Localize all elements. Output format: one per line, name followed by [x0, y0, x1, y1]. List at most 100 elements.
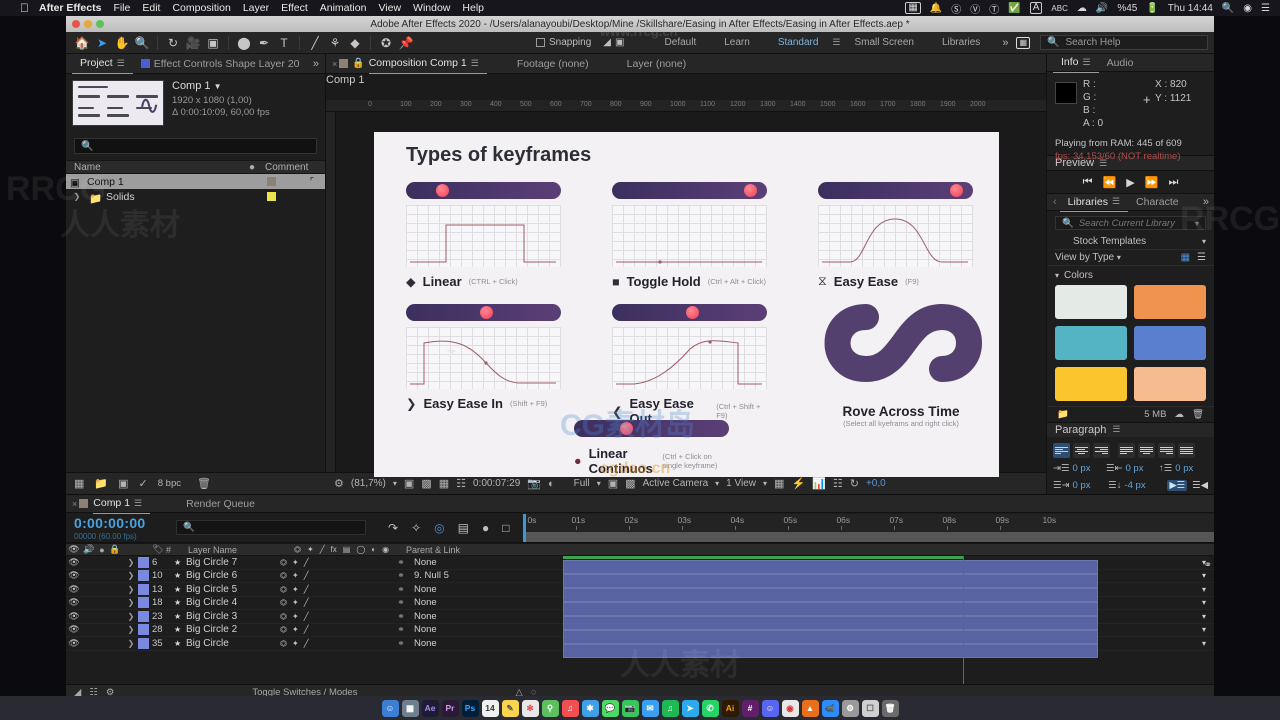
panel-menu-icon[interactable]: ☰ — [134, 498, 142, 509]
color-swatch[interactable] — [1134, 367, 1206, 402]
dock-item-zoom[interactable]: 📹 — [821, 699, 839, 717]
new-folder-icon[interactable]: 📁 — [1057, 409, 1069, 420]
list-view-icon[interactable]: ☰ — [1197, 252, 1206, 263]
screen-share-icon[interactable]: ▦ — [905, 2, 921, 14]
align-right-icon[interactable] — [1093, 442, 1110, 458]
pen-tool-icon[interactable]: ✒ — [254, 33, 274, 53]
hand-tool-icon[interactable]: ✋ — [112, 33, 132, 53]
snapshot-camera-icon[interactable]: 📷 — [527, 477, 541, 490]
camera-select[interactable]: Active Camera — [643, 478, 709, 489]
tab-info[interactable]: Info ☰ — [1053, 53, 1099, 73]
panel-menu-icon[interactable]: ☰ — [1083, 57, 1091, 68]
last-frame-icon[interactable]: ⏭ — [1168, 176, 1178, 189]
trash-icon[interactable]: 🗑 — [1192, 409, 1204, 420]
parent-value[interactable]: 9. Null 5 — [414, 570, 449, 581]
apple-logo-icon[interactable]:  — [20, 1, 29, 15]
proportional-grid-icon[interactable]: ☷ — [456, 477, 466, 490]
eraser-tool-icon[interactable]: ◆ — [345, 33, 365, 53]
type-tool-icon[interactable]: T — [274, 33, 294, 53]
chevron-down-icon[interactable]: ▾ — [1202, 585, 1206, 594]
workspace-overflow-icon[interactable]: » — [1002, 37, 1008, 49]
collapse-icon[interactable]: ⏣ — [280, 612, 287, 621]
rotation-tool-icon[interactable]: ↻ — [163, 33, 183, 53]
quality-icon[interactable]: ✦ — [292, 639, 299, 648]
region-icon[interactable]: ▩ — [625, 477, 635, 490]
parent-pickwhip-icon[interactable]: ⚭ — [388, 638, 414, 649]
workspace-default[interactable]: Default — [651, 37, 711, 48]
timeline-icon[interactable]: 📊 — [812, 477, 826, 490]
snapping-toggle[interactable]: Snapping ◢ ▣ — [536, 37, 624, 48]
composition-mini-flowchart-icon[interactable]: ↷ — [388, 521, 398, 535]
dock-item-whatsapp[interactable]: ✆ — [701, 699, 719, 717]
panel-menu-icon[interactable]: ☰ — [1112, 196, 1120, 207]
color-swatch[interactable] — [1134, 326, 1206, 361]
layer-color-swatch[interactable] — [138, 624, 149, 636]
dnd-icon[interactable]: Ⓢ — [951, 1, 961, 16]
chevron-right-icon[interactable]: ❯ — [124, 571, 138, 580]
transparency-grid-icon[interactable]: ▦ — [439, 477, 449, 490]
lock-icon[interactable]: 🔒 — [352, 58, 364, 69]
layer-name[interactable]: Big Circle 3 — [186, 611, 278, 622]
motion-blur-icon[interactable]: ◎ — [434, 521, 444, 535]
project-search-input[interactable]: 🔍 — [74, 138, 317, 154]
visibility-toggle[interactable]: 👁 — [66, 597, 82, 608]
volume-icon[interactable]: 🔊 — [1096, 3, 1108, 14]
dock-item-ps[interactable]: Ps — [461, 699, 479, 717]
tab-character[interactable]: Charactе — [1128, 192, 1187, 212]
effects-icon[interactable]: ╱ — [304, 598, 309, 607]
chevron-right-icon[interactable]: ❯ — [70, 192, 84, 201]
dock-item-settings[interactable]: ⚙ — [841, 699, 859, 717]
work-area-bar[interactable] — [523, 531, 1214, 542]
layer-duration-bar[interactable] — [563, 560, 1098, 574]
puppet-pin-tool-icon[interactable]: 📌 — [396, 33, 416, 53]
indent-first-line-field[interactable]: ☰⇥ 0 px — [1053, 480, 1104, 491]
dock-item-document[interactable]: ☐ — [861, 699, 879, 717]
chevron-down-icon[interactable]: ▾ — [1202, 571, 1206, 580]
library-selector[interactable]: Stock Templates ▾ — [1055, 235, 1206, 250]
tab-composition[interactable]: Composition Comp 1 ☰ — [368, 54, 487, 74]
view-by-control[interactable]: View by Type ▾ ▦ ☰ — [1047, 250, 1214, 267]
align-center-icon[interactable] — [1073, 442, 1090, 458]
dock-item-maps[interactable]: ⚲ — [541, 699, 559, 717]
visibility-toggle[interactable]: 👁 — [66, 557, 82, 568]
justify-last-left-icon[interactable] — [1118, 442, 1135, 458]
clone-stamp-tool-icon[interactable]: ⚘ — [325, 33, 345, 53]
menu-layer[interactable]: Layer — [243, 2, 269, 14]
effects-icon[interactable]: ╱ — [304, 639, 309, 648]
time-indicator[interactable] — [523, 513, 527, 542]
visibility-toggle[interactable]: 👁 — [66, 638, 82, 649]
quality-icon[interactable]: ✦ — [292, 598, 299, 607]
timeline-ruler[interactable]: 0s 01s 02s 03s 04s 05s 06s 07s 08s 09s 1… — [523, 513, 1214, 542]
parent-pickwhip-icon[interactable]: ⚭ — [388, 624, 414, 635]
effects-icon[interactable]: ╱ — [304, 625, 309, 634]
effects-icon[interactable]: ╱ — [304, 612, 309, 621]
comp-subtab-label[interactable]: Comp 1 — [326, 74, 1046, 86]
chevron-right-icon[interactable]: ❯ — [124, 585, 138, 594]
visibility-toggle[interactable]: 👁 — [66, 570, 82, 581]
libraries-overflow-icon[interactable]: » — [1203, 196, 1214, 208]
show-snapshot-icon[interactable]: ◐ — [548, 478, 555, 490]
search-icon[interactable]: 🔍 — [1222, 3, 1234, 14]
effects-icon[interactable]: ╱ — [304, 571, 309, 580]
menu-composition[interactable]: Composition — [172, 2, 230, 14]
chevron-down-icon[interactable]: ▾ — [763, 479, 767, 488]
bit-depth-label[interactable]: 8 bpc — [158, 478, 181, 489]
dock-item-photos[interactable]: ✻ — [521, 699, 539, 717]
layer-name[interactable]: Big Circle 4 — [186, 597, 278, 608]
color-swatch[interactable] — [1134, 285, 1206, 320]
justify-last-right-icon[interactable] — [1158, 442, 1175, 458]
dock-item-pr[interactable]: Pr — [441, 699, 459, 717]
dock-item-trash[interactable]: 🗑 — [881, 699, 899, 717]
dock-item-facetime[interactable]: 📷 — [621, 699, 639, 717]
keyboard-abc-icon[interactable]: A — [1029, 2, 1043, 14]
timeline-track-area[interactable]: ⚭ — [563, 556, 1212, 684]
parent-value[interactable]: None — [414, 624, 437, 635]
tab-footage[interactable]: Footage (none) — [509, 54, 597, 74]
menu-edit[interactable]: Edit — [142, 2, 160, 14]
comp-flowchart-icon[interactable]: ☷ — [833, 477, 843, 490]
layer-name[interactable]: Big Circle 2 — [186, 624, 278, 635]
dock-item-slack[interactable]: # — [741, 699, 759, 717]
maximize-window-button[interactable] — [96, 20, 104, 28]
effects-icon[interactable]: ╱ — [304, 558, 309, 567]
color-swatch[interactable] — [1055, 285, 1127, 320]
